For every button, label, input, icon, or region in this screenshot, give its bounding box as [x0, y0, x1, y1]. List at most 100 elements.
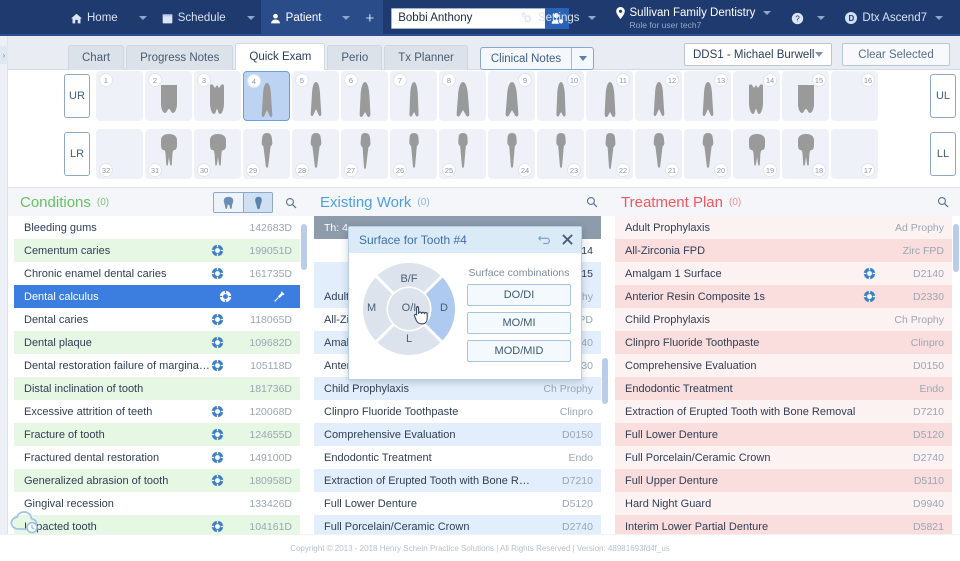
- quadrant-label-upper-left[interactable]: UL: [930, 74, 956, 118]
- tooth-cell-11[interactable]: 11: [586, 71, 633, 121]
- surface-combination-mod-mid[interactable]: MOD/MID: [467, 340, 571, 362]
- tooth-cell-1[interactable]: 1: [96, 71, 143, 121]
- list-item[interactable]: Endodontic TreatmentEndo: [615, 377, 952, 400]
- list-item[interactable]: Hard Night GuardD9940: [615, 492, 952, 515]
- tooth-cell-4[interactable]: 4: [243, 71, 290, 121]
- surface-selector-icon[interactable]: [218, 290, 232, 303]
- tooth-cell-9[interactable]: 9: [488, 71, 535, 121]
- tooth-cell-13[interactable]: 13: [684, 71, 731, 121]
- list-item[interactable]: Bleeding gums142683D: [14, 216, 300, 239]
- tab-chart[interactable]: Chart: [68, 45, 124, 70]
- list-item[interactable]: Child ProphylaxisCh Prophy: [615, 308, 952, 331]
- tooth-cell-16[interactable]: 16: [831, 71, 878, 121]
- tooth-cell-14[interactable]: 14: [733, 71, 780, 121]
- list-item[interactable]: Full Lower DentureD5120: [615, 423, 952, 446]
- list-item[interactable]: Extraction of Erupted Tooth with Bone Re…: [615, 400, 952, 423]
- undo-icon[interactable]: [538, 233, 552, 248]
- list-item[interactable]: Comprehensive EvaluationD0150: [615, 354, 952, 377]
- nav-item-help[interactable]: ?: [782, 0, 836, 36]
- list-item[interactable]: Comprehensive EvaluationD0150: [314, 423, 601, 446]
- list-item[interactable]: Full Porcelain/Ceramic CrownD2740: [615, 446, 952, 469]
- list-item[interactable]: Interim Lower Partial DentureD5821: [615, 515, 952, 534]
- nav-item-patient[interactable]: Patient: [261, 0, 331, 36]
- help-chevron-down-icon[interactable]: [817, 16, 825, 20]
- tooth-cell-2[interactable]: 2: [145, 71, 192, 121]
- list-item[interactable]: Generalized abrasion of tooth180958D: [14, 469, 300, 492]
- tooth-cell-29[interactable]: 29: [243, 129, 290, 179]
- list-item[interactable]: Clinpro Fluoride ToothpasteClinpro: [314, 400, 601, 423]
- tooth-cell-32[interactable]: 32: [96, 129, 143, 179]
- surface-selector-icon[interactable]: [210, 359, 224, 372]
- tab-tx-planner[interactable]: Tx Planner: [384, 45, 468, 70]
- tooth-cell-15[interactable]: 15: [782, 71, 829, 121]
- surface-selector-icon[interactable]: [862, 290, 876, 303]
- toggle-molar-tooth[interactable]: [214, 193, 243, 212]
- conditions-search-icon[interactable]: [283, 193, 298, 212]
- close-icon[interactable]: [562, 233, 573, 248]
- tooth-cell-21[interactable]: 21: [635, 129, 682, 179]
- tooth-cell-5[interactable]: 5: [292, 71, 339, 121]
- list-item[interactable]: Excessive attrition of teeth120068D: [14, 400, 300, 423]
- conditions-scrollbar[interactable]: [301, 218, 307, 532]
- quadrant-label-lower-left[interactable]: LL: [930, 132, 956, 176]
- surface-label-buccal-facial[interactable]: B/F: [361, 273, 457, 285]
- surface-selector-icon[interactable]: [210, 474, 224, 487]
- tooth-cell-12[interactable]: 12: [635, 71, 682, 121]
- account-chevron-down-icon[interactable]: [935, 16, 943, 20]
- treatment-plan-list[interactable]: Adult ProphylaxisAd ProphyAll-Zirconia F…: [609, 216, 960, 534]
- tooth-cell-22[interactable]: 22: [586, 129, 633, 179]
- tooth-cell-20[interactable]: 20: [684, 129, 731, 179]
- surface-label-distal[interactable]: D: [440, 302, 448, 314]
- clear-selected-button[interactable]: Clear Selected: [842, 43, 950, 66]
- surface-selector-icon[interactable]: [862, 267, 876, 280]
- list-item[interactable]: Fracture of tooth124655D: [14, 423, 300, 446]
- sidebar-expand-handle[interactable]: ›: [0, 46, 8, 64]
- existing-work-search-icon[interactable]: [584, 192, 599, 211]
- tooth-cell-23[interactable]: 23: [537, 129, 584, 179]
- list-item[interactable]: Clinpro Fluoride ToothpasteClinpro: [615, 331, 952, 354]
- treatment-plan-scrollbar[interactable]: [953, 218, 959, 532]
- nav-patient-dropdown[interactable]: [330, 0, 356, 36]
- nav-item-home[interactable]: Home: [62, 0, 127, 36]
- tab-quick-exam[interactable]: Quick Exam: [235, 43, 325, 70]
- quadrant-label-lower-right[interactable]: LR: [64, 132, 90, 176]
- tooth-cell-27[interactable]: 27: [341, 129, 388, 179]
- tooth-cell-25[interactable]: 25: [439, 129, 486, 179]
- clinical-notes-button[interactable]: Clinical Notes: [480, 47, 594, 70]
- list-item[interactable]: Full Lower DentureD5120: [314, 492, 601, 515]
- list-item[interactable]: Adult ProphylaxisAd Prophy: [615, 216, 952, 239]
- tab-progress-notes[interactable]: Progress Notes: [126, 45, 233, 70]
- toggle-anterior-tooth[interactable]: [243, 193, 272, 212]
- surface-selector-icon[interactable]: [210, 451, 224, 464]
- tooth-cell-30[interactable]: 30: [194, 129, 241, 179]
- list-item[interactable]: Cementum caries199051D: [14, 239, 300, 262]
- treatment-plan-search-icon[interactable]: [935, 192, 950, 211]
- tooth-cell-19[interactable]: 19: [733, 129, 780, 179]
- surface-selector-icon[interactable]: [210, 405, 224, 418]
- surface-label-lingual[interactable]: L: [361, 333, 457, 345]
- surface-selector-icon[interactable]: [210, 267, 224, 280]
- list-item[interactable]: Endodontic TreatmentEndo: [314, 446, 601, 469]
- tooth-cell-31[interactable]: 31: [145, 129, 192, 179]
- tooth-cell-3[interactable]: 3: [194, 71, 241, 121]
- list-item[interactable]: Gingival recession133426D: [14, 492, 300, 515]
- surface-selector-icon[interactable]: [210, 313, 224, 326]
- tooth-cell-24[interactable]: 24: [488, 129, 535, 179]
- tooth-cell-28[interactable]: 28: [292, 129, 339, 179]
- pin-icon[interactable]: [272, 290, 286, 303]
- list-item[interactable]: Full Upper DentureD5110: [615, 469, 952, 492]
- tooth-cell-8[interactable]: 8: [439, 71, 486, 121]
- list-item[interactable]: Dental restoration failure of marginal i…: [14, 354, 300, 377]
- provider-select[interactable]: DDS1 - Michael Burwell: [684, 43, 832, 66]
- nav-item-settings[interactable]: Settings: [512, 0, 607, 36]
- list-item[interactable]: Dental plaque109682D: [14, 331, 300, 354]
- surface-wheel[interactable]: B/F M O/I D L: [361, 261, 457, 357]
- surface-selector-icon[interactable]: [210, 428, 224, 441]
- tooth-cell-18[interactable]: 18: [782, 129, 829, 179]
- organization-chevron-down-icon[interactable]: [763, 11, 771, 15]
- nav-schedule-dropdown[interactable]: [235, 0, 261, 36]
- tooth-cell-26[interactable]: 26: [390, 129, 437, 179]
- existing-work-scrollbar[interactable]: [602, 218, 608, 532]
- nav-home-dropdown[interactable]: [127, 0, 153, 36]
- list-item[interactable]: Amalgam 1 SurfaceD2140: [615, 262, 952, 285]
